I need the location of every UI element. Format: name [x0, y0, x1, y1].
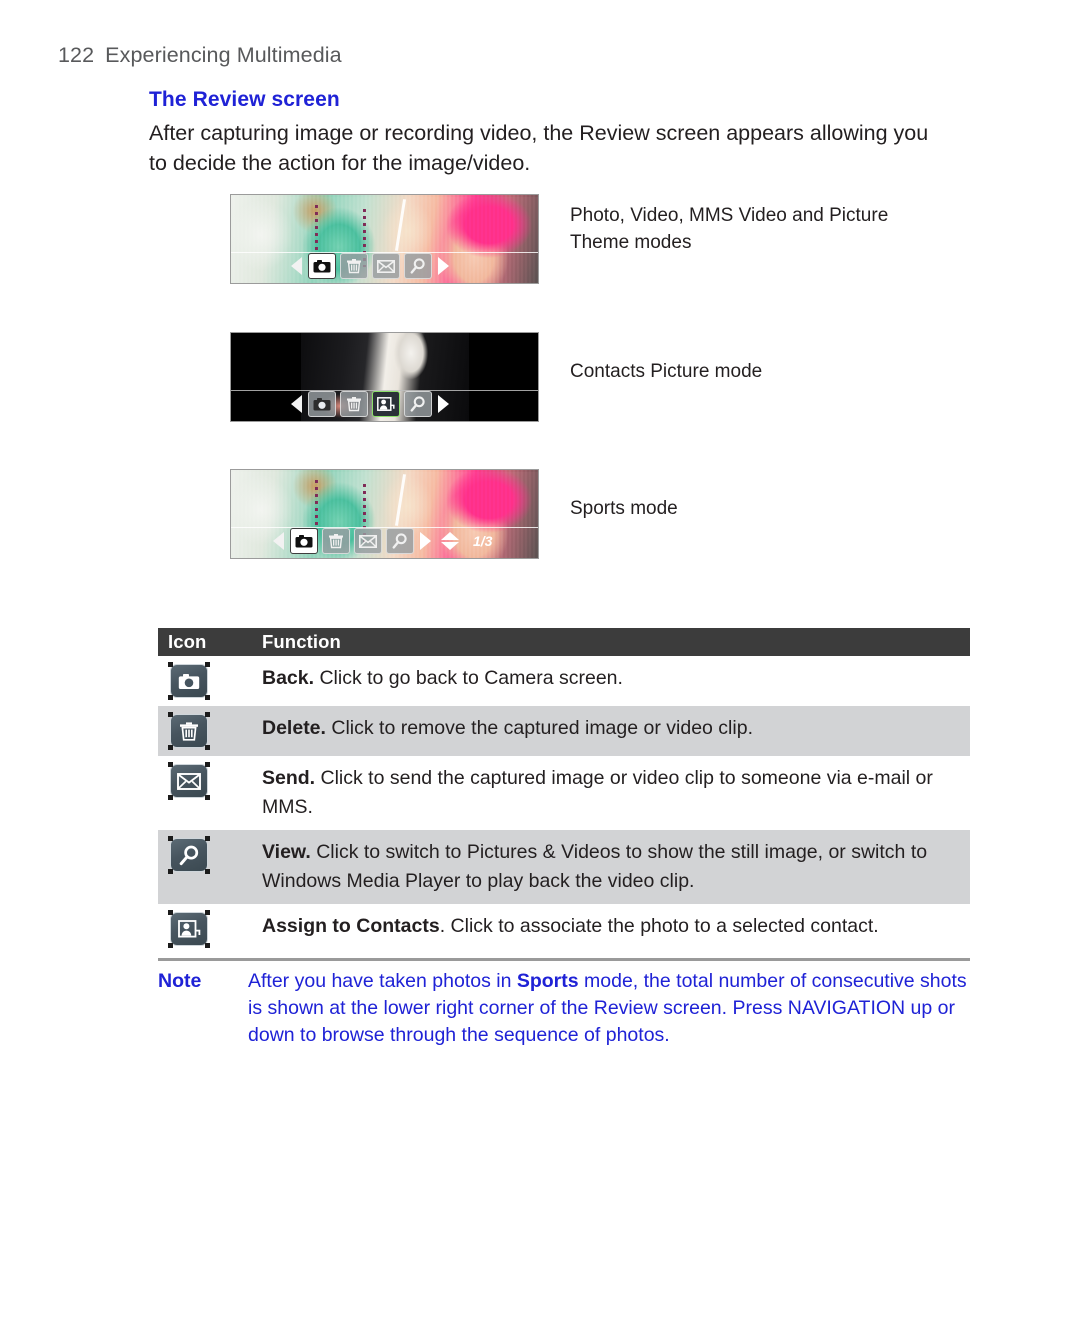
note-block: Note After you have taken photos in Spor… [158, 968, 970, 1049]
camera-icon[interactable] [308, 253, 336, 279]
arrow-left-icon[interactable] [291, 257, 302, 275]
arrow-right-icon[interactable] [438, 257, 449, 275]
magnifier-icon[interactable] [404, 391, 432, 417]
assign-to-contacts-icon[interactable] [372, 391, 400, 417]
intro-paragraph: After capturing image or recording video… [149, 121, 929, 175]
table-cell-function: Back. Click to go back to Camera screen. [258, 656, 970, 701]
function-term: View. [262, 841, 311, 863]
table-row: Delete. Click to remove the captured ima… [158, 706, 970, 756]
table-cell-icon [158, 904, 258, 954]
arrow-left-icon[interactable] [273, 532, 284, 550]
page-number: 122 [58, 43, 95, 67]
arrow-right-icon[interactable] [438, 395, 449, 413]
camera-icon[interactable] [308, 391, 336, 417]
table-row: Send. Click to send the captured image o… [158, 756, 970, 830]
function-text: Click to go back to Camera screen. [314, 667, 623, 689]
arrow-right-icon[interactable] [420, 532, 431, 550]
note-body: After you have taken photos in Sports mo… [248, 968, 970, 1049]
trash-icon[interactable] [322, 528, 350, 554]
assign-contacts-icon [170, 912, 208, 946]
table-cell-icon [158, 756, 258, 806]
envelope-icon [170, 764, 208, 798]
arrow-left-icon[interactable] [291, 395, 302, 413]
table-row: View. Click to switch to Pictures & Vide… [158, 830, 970, 904]
document-page: 122 Experiencing Multimedia The Review sc… [0, 0, 1080, 1327]
function-text: Click to remove the captured image or vi… [325, 717, 753, 739]
note-label: Note [158, 970, 202, 992]
function-term: Delete. [262, 717, 326, 739]
table-cell-icon [158, 706, 258, 756]
figure-caption: Contacts Picture mode [570, 361, 763, 382]
table-row: Back. Click to go back to Camera screen. [158, 656, 970, 706]
icon-function-table: Icon Function Back. Click to go back to … [158, 628, 970, 961]
table-cell-function: Delete. Click to remove the captured ima… [258, 706, 970, 751]
magnifier-icon[interactable] [386, 528, 414, 554]
note-part-1: After you have taken photos in [248, 970, 517, 992]
table-cell-icon [158, 830, 258, 880]
trash-icon [170, 714, 208, 748]
figure-caption: Photo, Video, MMS Video and Picture Them… [570, 205, 889, 253]
column-header-function: Function [262, 631, 341, 652]
function-text: . Click to associate the photo to a sele… [439, 915, 879, 937]
function-term: Back. [262, 667, 315, 689]
camera-icon[interactable] [290, 528, 318, 554]
review-screen-screenshot-2 [230, 332, 539, 422]
review-toolbar [231, 252, 538, 280]
function-term: Send. [262, 767, 316, 789]
trash-icon[interactable] [340, 391, 368, 417]
envelope-icon[interactable] [354, 528, 382, 554]
shot-counter: 1/3 [473, 533, 493, 549]
running-head-title: Experiencing Multimedia [105, 43, 342, 67]
review-screen-screenshot-1 [230, 194, 539, 284]
running-head: 122 Experiencing Multimedia [58, 43, 342, 68]
section-heading: The Review screen [149, 88, 340, 111]
table-cell-function: Send. Click to send the captured image o… [258, 756, 970, 830]
figure-caption: Sports mode [570, 498, 678, 519]
magnifier-icon [170, 838, 208, 872]
review-toolbar: 1/3 [231, 527, 538, 555]
table-cell-function: View. Click to switch to Pictures & Vide… [258, 830, 970, 904]
review-toolbar [231, 390, 538, 418]
column-header-icon: Icon [168, 631, 207, 652]
magnifier-icon[interactable] [404, 253, 432, 279]
trash-icon[interactable] [340, 253, 368, 279]
review-screen-screenshot-3: 1/3 [230, 469, 539, 559]
note-bold-term: Sports [516, 970, 579, 992]
table-header-row: Icon Function [158, 628, 970, 656]
function-text: Click to switch to Pictures & Videos to … [262, 841, 928, 892]
table-row: Assign to Contacts. Click to associate t… [158, 904, 970, 954]
envelope-icon[interactable] [372, 253, 400, 279]
function-term: Assign to Contacts [262, 915, 440, 937]
arrow-up-down-icon[interactable] [441, 532, 459, 550]
table-cell-icon [158, 656, 258, 706]
function-text: Click to send the captured image or vide… [262, 767, 933, 818]
table-bottom-rule [158, 958, 970, 961]
table-cell-function: Assign to Contacts. Click to associate t… [258, 904, 970, 949]
camera-icon [170, 664, 208, 698]
